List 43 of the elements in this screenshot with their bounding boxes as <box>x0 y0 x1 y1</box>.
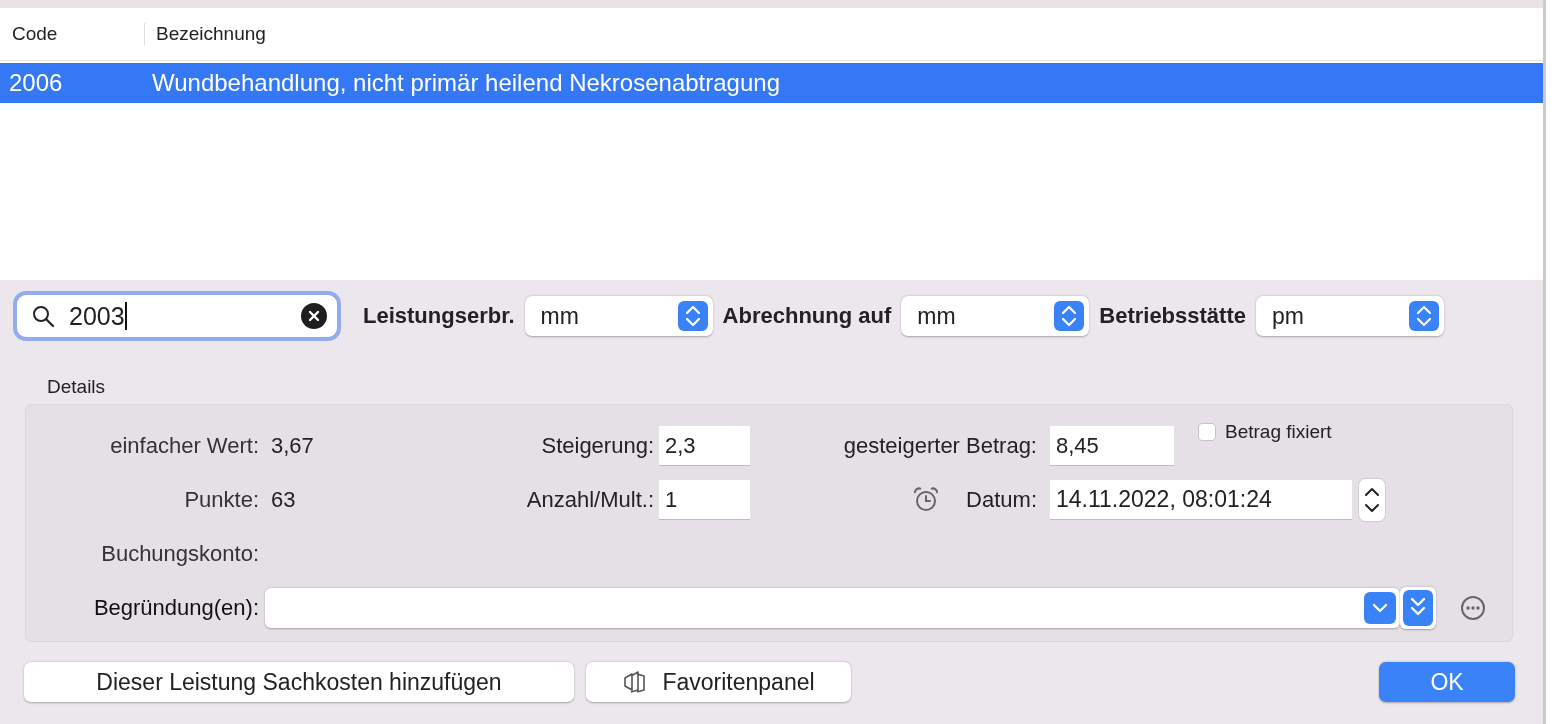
input-field[interactable]: 2,3 <box>659 426 750 466</box>
stepper-icon <box>677 301 708 331</box>
ok-button[interactable]: OK <box>1379 662 1515 702</box>
alarm-clock-icon[interactable] <box>912 487 941 513</box>
input-field[interactable]: 1 <box>659 480 750 520</box>
clear-icon[interactable] <box>301 303 327 329</box>
field-label: Steigerung: <box>540 433 654 459</box>
stepper-icon <box>1409 301 1439 331</box>
add-costs-button[interactable]: Dieser Leistung Sachkosten hinzufügen <box>24 662 574 702</box>
column-header[interactable]: Code <box>0 23 144 45</box>
stepper-icon <box>1054 301 1085 331</box>
stepper[interactable] <box>1358 478 1386 522</box>
dropdown[interactable]: mm <box>901 296 1090 336</box>
column-header[interactable]: Bezeichnung <box>144 23 266 45</box>
table-row[interactable]: 2006 Wundbehandlung, nicht primär heilend Nekrosenabtragung <box>0 63 1543 103</box>
dropdown[interactable]: pm <box>1256 296 1444 336</box>
field-label: gesteigerter Betrag: <box>842 433 1037 459</box>
chevron-down-icon <box>1364 592 1396 624</box>
field-value: 3,67 <box>271 433 315 459</box>
more-icon[interactable] <box>1460 595 1486 621</box>
code-cell-text: 2006 <box>8 69 64 97</box>
favorites-button[interactable]: Favoritenpanel <box>586 662 851 702</box>
field-label: Betriebsstätte <box>1099 303 1246 329</box>
description-cell-text: Wundbehandlung, nicht primär heilend Nekrosenabtragung <box>151 69 780 97</box>
search-icon <box>31 304 55 328</box>
dropdown[interactable]: mm <box>524 296 713 336</box>
field-label: Begründung(en): <box>92 595 259 621</box>
field-label: Leistungserbr. <box>363 303 515 329</box>
field-value: 63 <box>271 487 297 513</box>
field-label: Abrechnung auf <box>722 303 892 329</box>
field-label: Anzahl/Mult.: <box>525 487 654 513</box>
input-field[interactable]: 8,45 <box>1050 426 1174 466</box>
expand-button[interactable] <box>1400 587 1436 629</box>
checkbox-label: Betrag fixiert <box>1225 421 1332 443</box>
field-label: Punkte: <box>183 487 259 513</box>
double-chevron-icon <box>1403 590 1433 626</box>
checkbox[interactable] <box>1198 423 1216 441</box>
field-label: einfacher Wert: <box>109 433 259 459</box>
date-field[interactable]: 14.11.2022, 08:01:24 <box>1050 480 1352 520</box>
field-label: Buchungskonto: <box>100 541 259 567</box>
combo-field[interactable] <box>265 588 1400 628</box>
section-title: Details <box>47 376 107 399</box>
field-label: Datum: <box>966 487 1037 513</box>
